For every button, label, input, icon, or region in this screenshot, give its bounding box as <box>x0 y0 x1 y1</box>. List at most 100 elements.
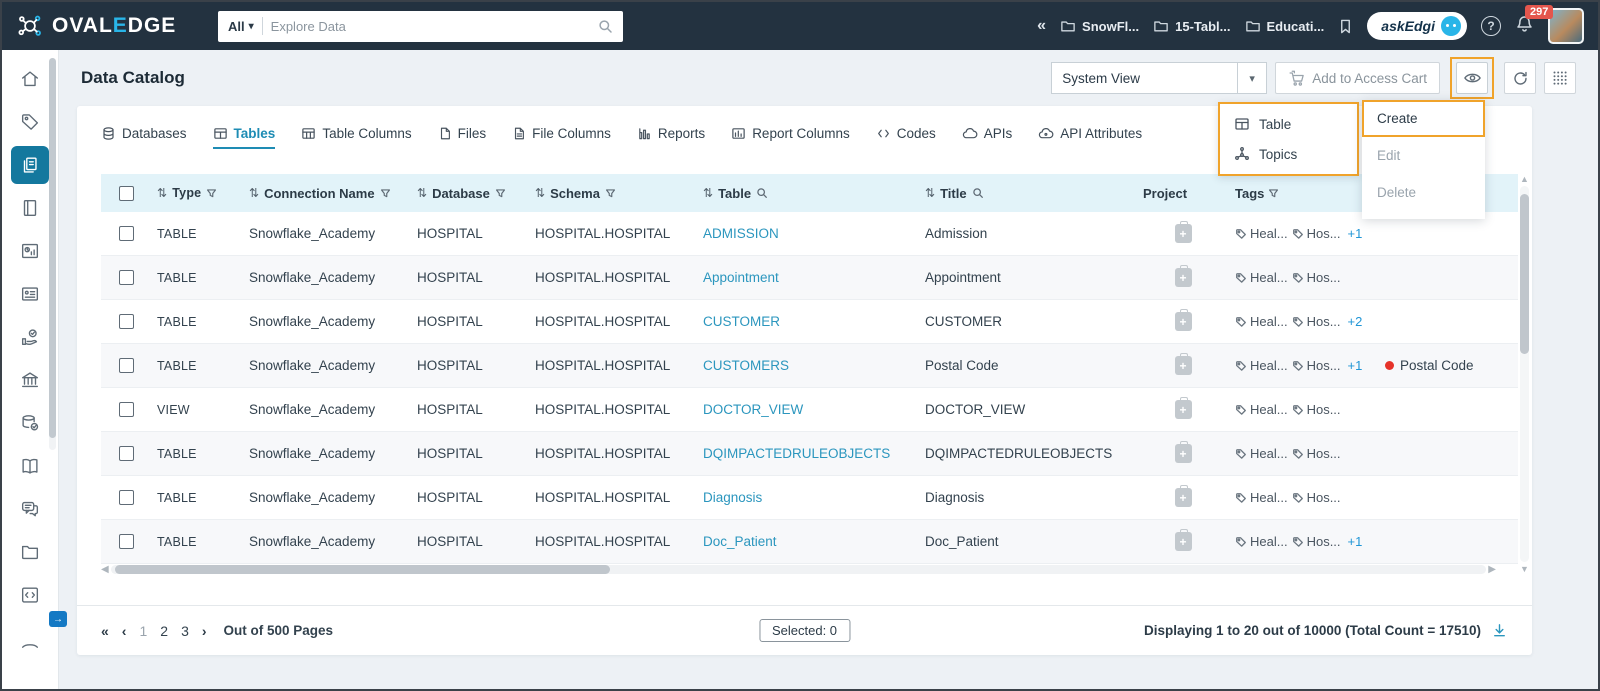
download-button[interactable] <box>1491 622 1508 639</box>
sidebar-item-data-quality[interactable] <box>11 404 49 442</box>
sort-icon[interactable]: ⇅ <box>417 186 427 200</box>
next-page-button[interactable]: › <box>202 623 207 639</box>
menu-item-delete[interactable]: Delete <box>1362 174 1485 211</box>
tag-chip[interactable]: Hos... <box>1292 490 1341 505</box>
table-name-link[interactable]: DOCTOR_VIEW <box>703 402 803 417</box>
tab-files[interactable]: Files <box>438 126 486 149</box>
filter-icon[interactable] <box>380 188 391 199</box>
tag-chip[interactable]: Heal... <box>1235 270 1288 285</box>
vertical-scrollbar[interactable]: ▲ ▼ <box>1520 174 1529 574</box>
prev-page-button[interactable]: ‹ <box>122 623 127 639</box>
reset-button[interactable] <box>1504 62 1536 94</box>
row-checkbox[interactable] <box>118 226 134 241</box>
notifications-button[interactable]: 297 <box>1515 4 1554 39</box>
more-tags-link[interactable]: +1 <box>1348 534 1363 549</box>
search-icon[interactable] <box>756 187 768 199</box>
sidebar-item-governance[interactable] <box>11 361 49 399</box>
add-to-project-icon[interactable]: + <box>1174 309 1192 331</box>
table-name-link[interactable]: DQIMPACTEDRULEOBJECTS <box>703 446 890 461</box>
tab-codes[interactable]: Codes <box>876 126 936 149</box>
tag-chip[interactable]: Hos... <box>1292 358 1341 373</box>
sidebar-item-data-catalog[interactable] <box>11 146 49 184</box>
sort-icon[interactable]: ⇅ <box>157 186 167 200</box>
sidebar-item-endorsements[interactable] <box>11 318 49 356</box>
filter-icon[interactable] <box>605 188 616 199</box>
sort-icon[interactable]: ⇅ <box>535 186 545 200</box>
table-row[interactable]: TABLE Snowflake_Academy HOSPITAL HOSPITA… <box>101 300 1518 344</box>
add-to-project-icon[interactable]: + <box>1174 397 1192 419</box>
table-row[interactable]: TABLE Snowflake_Academy HOSPITAL HOSPITA… <box>101 520 1518 564</box>
tag-chip[interactable]: Heal... <box>1235 226 1288 241</box>
filter-icon[interactable] <box>495 188 506 199</box>
table-row[interactable]: TABLE Snowflake_Academy HOSPITAL HOSPITA… <box>101 212 1518 256</box>
row-checkbox[interactable] <box>118 446 134 461</box>
tag-chip[interactable]: Heal... <box>1235 446 1288 461</box>
help-icon[interactable]: ? <box>1481 16 1501 36</box>
vertical-scroll-thumb[interactable] <box>1520 194 1529 354</box>
tag-chip[interactable]: Heal... <box>1235 402 1288 417</box>
add-to-access-cart-button[interactable]: Add to Access Cart <box>1275 62 1440 94</box>
sidebar-item-home[interactable] <box>11 60 49 98</box>
first-page-button[interactable]: « <box>101 623 109 639</box>
row-checkbox[interactable] <box>118 490 134 505</box>
sidebar-item-tags[interactable] <box>11 103 49 141</box>
sidebar-expand-button[interactable]: → <box>49 611 67 627</box>
tag-chip[interactable]: Heal... <box>1235 314 1288 329</box>
tab-apis[interactable]: APIs <box>962 126 1012 149</box>
table-name-link[interactable]: CUSTOMERS <box>703 358 789 373</box>
tag-chip[interactable]: Hos... <box>1292 446 1341 461</box>
select-all-checkbox[interactable] <box>118 185 134 201</box>
breadcrumb-item-1[interactable]: SnowFl... <box>1060 19 1139 34</box>
menu-item-table[interactable]: Table <box>1220 110 1357 138</box>
add-to-project-icon[interactable]: + <box>1174 353 1192 375</box>
sidebar-item-glossary[interactable] <box>11 447 49 485</box>
tab-file-columns[interactable]: File Columns <box>512 126 611 149</box>
tag-chip[interactable]: Heal... <box>1235 358 1288 373</box>
breadcrumb-item-3[interactable]: Educati... <box>1245 19 1324 34</box>
table-name-link[interactable]: ADMISSION <box>703 226 779 241</box>
row-checkbox[interactable] <box>118 314 134 329</box>
tab-report-columns[interactable]: Report Columns <box>731 126 850 149</box>
sidebar-item-business-glossary[interactable] <box>11 275 49 313</box>
tag-chip[interactable]: Hos... <box>1292 314 1341 329</box>
add-to-project-icon[interactable]: + <box>1174 485 1192 507</box>
tag-chip[interactable]: Heal... <box>1235 490 1288 505</box>
table-row[interactable]: TABLE Snowflake_Academy HOSPITAL HOSPITA… <box>101 344 1518 388</box>
sort-icon[interactable]: ⇅ <box>249 186 259 200</box>
sidebar-item-files[interactable] <box>11 533 49 571</box>
scroll-right-icon[interactable]: ▶ <box>1486 564 1496 575</box>
tag-chip[interactable]: Hos... <box>1292 402 1341 417</box>
add-to-project-icon[interactable]: + <box>1174 221 1192 243</box>
table-name-link[interactable]: Doc_Patient <box>703 534 777 549</box>
add-to-project-icon[interactable]: + <box>1174 265 1192 287</box>
bookmark-icon[interactable] <box>1338 18 1353 35</box>
row-checkbox[interactable] <box>118 270 134 285</box>
sidebar-scrollbar[interactable] <box>49 58 56 450</box>
filter-icon[interactable] <box>1268 188 1279 199</box>
sidebar-item-notebook[interactable] <box>11 189 49 227</box>
table-row[interactable]: TABLE Snowflake_Academy HOSPITAL HOSPITA… <box>101 476 1518 520</box>
menu-item-topics[interactable]: Topics <box>1220 140 1357 168</box>
breadcrumb-item-2[interactable]: 15-Tabl... <box>1153 19 1231 34</box>
menu-item-create[interactable]: Create <box>1362 100 1485 137</box>
table-name-link[interactable]: Appointment <box>703 270 779 285</box>
sort-icon[interactable]: ⇅ <box>703 186 713 200</box>
menu-item-edit[interactable]: Edit <box>1362 137 1485 174</box>
table-row[interactable]: TABLE Snowflake_Academy HOSPITAL HOSPITA… <box>101 256 1518 300</box>
table-row[interactable]: TABLE Snowflake_Academy HOSPITAL HOSPITA… <box>101 432 1518 476</box>
row-checkbox[interactable] <box>118 534 134 549</box>
scroll-down-icon[interactable]: ▼ <box>1520 564 1529 574</box>
table-row[interactable]: VIEW Snowflake_Academy HOSPITAL HOSPITAL… <box>101 388 1518 432</box>
tag-chip[interactable]: Hos... <box>1292 534 1341 549</box>
more-tags-link[interactable]: +1 <box>1348 358 1363 373</box>
more-tags-link[interactable]: +2 <box>1348 314 1363 329</box>
search-scope-dropdown[interactable]: All ▾ <box>228 19 254 34</box>
tag-chip[interactable]: Heal... <box>1235 534 1288 549</box>
ask-edgi-button[interactable]: askEdgi <box>1367 12 1467 40</box>
scroll-left-icon[interactable]: ◀ <box>101 564 111 575</box>
apps-grid-button[interactable] <box>1544 62 1576 94</box>
collapse-breadcrumbs-icon[interactable]: « <box>1037 17 1046 35</box>
row-checkbox[interactable] <box>118 402 134 417</box>
page-number-3[interactable]: 3 <box>181 623 189 639</box>
tab-api-attributes[interactable]: API Attributes <box>1038 126 1142 149</box>
